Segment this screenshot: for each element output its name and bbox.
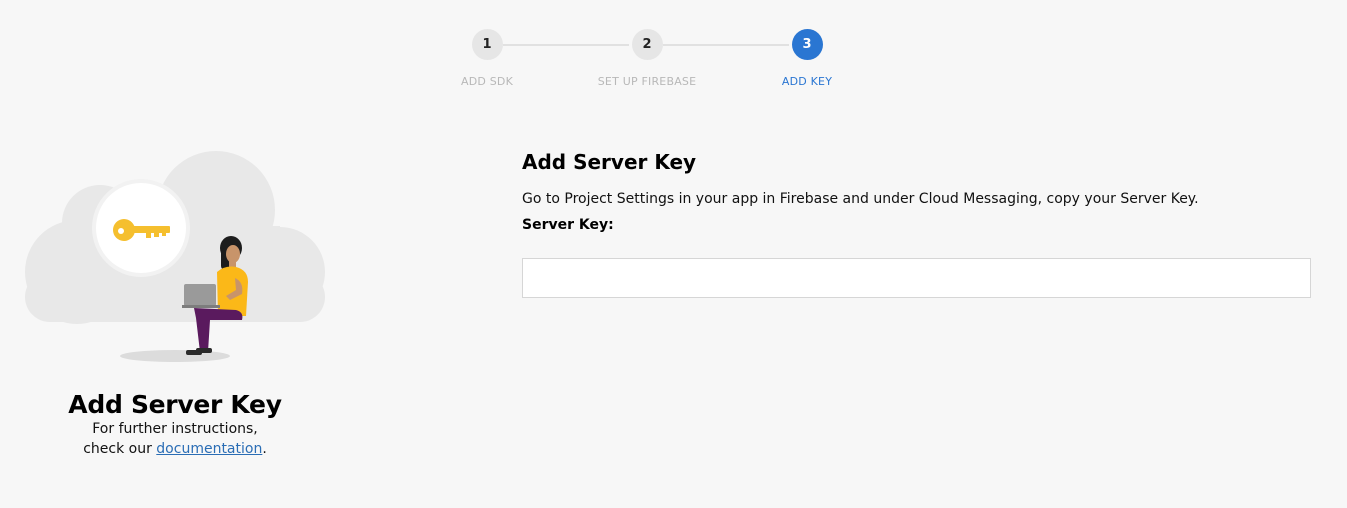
illustration-title: Add Server Key (68, 390, 282, 419)
form-description: Go to Project Settings in your app in Fi… (522, 191, 1199, 207)
instructions-prefix: check our (83, 441, 157, 457)
documentation-link[interactable]: documentation (156, 441, 262, 457)
instructions-text: For further instructions, check our docu… (0, 419, 350, 459)
ground-shadow (120, 350, 230, 362)
step-label: ADD SDK (460, 75, 514, 88)
instructions-line-1: For further instructions, (92, 421, 258, 437)
step-number-badge: 1 (471, 29, 503, 60)
step-add-sdk[interactable]: 1 ADD SDK (417, 29, 557, 88)
step-number-badge: 3 (791, 29, 823, 60)
step-label: SET UP FIREBASE (597, 75, 697, 88)
step-label: ADD KEY (781, 75, 833, 88)
laptop-icon (184, 284, 216, 306)
server-key-label: Server Key: (522, 217, 614, 233)
step-number-badge: 2 (631, 29, 663, 60)
server-key-illustration (20, 148, 330, 368)
step-set-up-firebase[interactable]: 2 SET UP FIREBASE (577, 29, 717, 88)
progress-stepper: 1 ADD SDK 2 SET UP FIREBASE 3 ADD KEY (0, 0, 1347, 100)
instructions-line-2: check our documentation. (0, 439, 350, 459)
instructions-suffix: . (262, 441, 267, 457)
form-title: Add Server Key (522, 150, 697, 174)
server-key-input[interactable] (522, 258, 1311, 298)
step-add-key[interactable]: 3 ADD KEY (737, 29, 877, 88)
